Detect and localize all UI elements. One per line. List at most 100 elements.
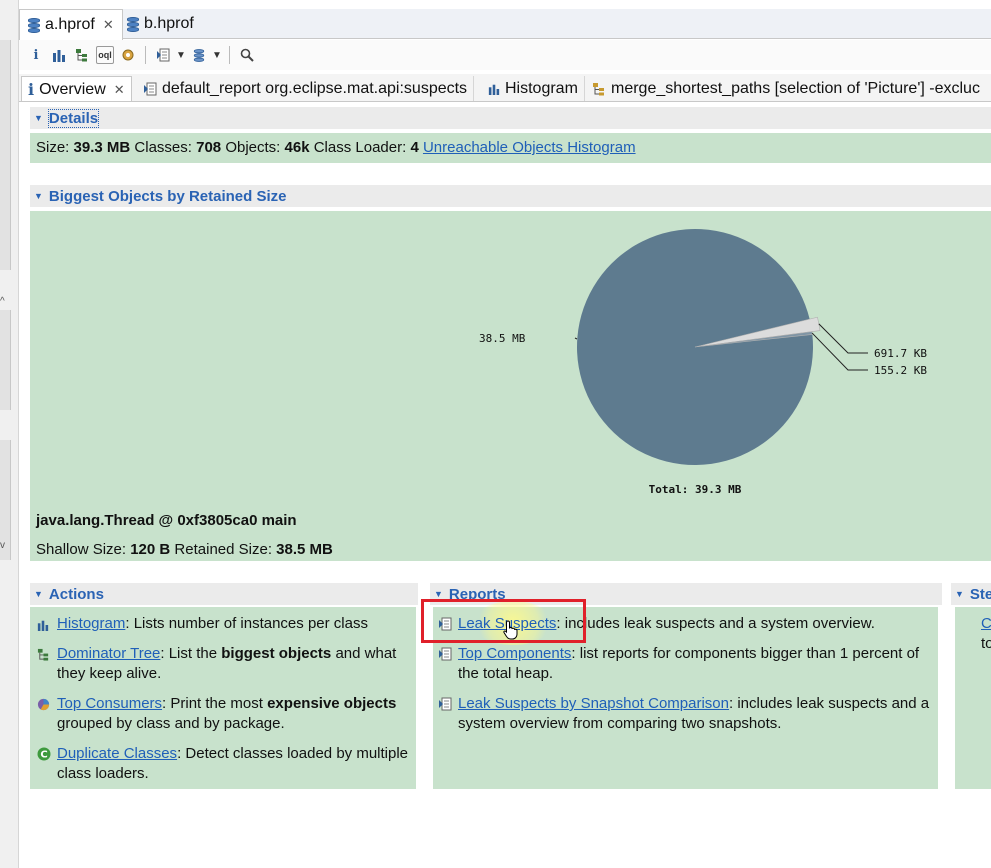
editor-tab-label: b.hprof xyxy=(144,15,194,32)
close-icon[interactable]: ✕ xyxy=(103,17,114,33)
report-description: : includes leak suspects and a system ov… xyxy=(556,615,875,632)
pie-leader-line xyxy=(811,332,868,371)
collapse-triangle-icon[interactable]: ▼ xyxy=(955,589,964,599)
action-histogram: Histogram: Lists number of instances per… xyxy=(37,614,409,637)
run-report-icon[interactable] xyxy=(154,46,172,64)
unreachable-objects-histogram-link[interactable]: Unreachable Objects Histogram xyxy=(423,139,636,156)
biggest-objects-header[interactable]: ▼ Biggest Objects by Retained Size xyxy=(30,185,991,207)
chevron-down-icon[interactable]: v xyxy=(0,540,5,551)
editor-toolbar: i oql ▼ ▼ xyxy=(19,40,991,70)
editor-tab-a-hprof[interactable]: a.hprof ✕ xyxy=(19,9,123,40)
view-tab-bar: i Overview ✕ default_report org.eclipse.… xyxy=(19,74,991,102)
editor-tab-b-hprof[interactable]: b.hprof xyxy=(119,9,202,39)
classes-value: 708 xyxy=(196,139,222,156)
pie-leader-line xyxy=(574,337,578,340)
toolbar-separator xyxy=(229,46,230,64)
action-description: : List the xyxy=(160,645,222,662)
query-browser-icon[interactable] xyxy=(190,46,208,64)
retained-size-pie-chart[interactable]: 38.5 MB 691.7 KB 155.2 KB Total: 39.3 MB xyxy=(30,211,991,511)
actions-header[interactable]: ▼ Actions xyxy=(30,583,418,605)
actions-title: Actions xyxy=(48,585,104,603)
report-icon xyxy=(144,82,157,96)
report-leak-suspects-comparison: Leak Suspects by Snapshot Comparison: in… xyxy=(438,694,933,734)
top-consumers-link[interactable]: Top Consumers xyxy=(57,695,162,712)
histogram-link[interactable]: Histogram xyxy=(57,615,125,632)
report-top-components: Top Components: list reports for compone… xyxy=(438,644,933,684)
histogram-icon xyxy=(488,84,500,95)
steps-description: to xyxy=(981,635,991,652)
steps-panel: C to xyxy=(955,607,991,789)
classes-label: Classes: xyxy=(134,139,192,156)
pie-slice-label: 691.7 KB xyxy=(874,347,927,360)
red-annotation-box xyxy=(421,599,586,643)
retained-size-label: Retained Size: xyxy=(174,541,272,558)
run-report-dropdown-icon[interactable]: ▼ xyxy=(176,46,186,64)
report-icon xyxy=(438,644,452,684)
class-loader-value: 4 xyxy=(410,139,419,156)
biggest-objects-panel: 38.5 MB 691.7 KB 155.2 KB Total: 39.3 MB ja… xyxy=(30,211,991,561)
dominator-tree-link[interactable]: Dominator Tree xyxy=(57,645,160,662)
details-title: Details xyxy=(47,108,100,128)
tab-merge-shortest-paths[interactable]: merge_shortest_paths [selection of 'Pict… xyxy=(586,76,986,101)
object-sizes: Shallow Size: 120 B Retained Size: 38.5 … xyxy=(36,541,333,558)
svg-text:C: C xyxy=(40,750,47,761)
leak-suspects-by-snapshot-comparison-link[interactable]: Leak Suspects by Snapshot Comparison xyxy=(458,695,729,712)
tree-icon xyxy=(593,83,604,96)
steps-title: Ste xyxy=(969,585,991,603)
details-header[interactable]: ▼ Details xyxy=(30,107,991,129)
toolbar-separator xyxy=(145,46,146,64)
dominator-tree-icon[interactable] xyxy=(73,46,91,64)
histogram-icon[interactable] xyxy=(50,46,68,64)
collapse-triangle-icon[interactable]: ▼ xyxy=(434,589,443,599)
tab-label: merge_shortest_paths [selection of 'Pict… xyxy=(611,80,980,97)
action-description: : Print the most xyxy=(162,695,268,712)
shallow-size-label: Shallow Size: xyxy=(36,541,127,558)
top-consumers-icon xyxy=(37,694,51,734)
report-icon xyxy=(438,694,452,734)
pie-slice-label: 38.5 MB xyxy=(479,332,526,345)
top-components-link[interactable]: Top Components xyxy=(458,645,571,662)
retained-size-value: 38.5 MB xyxy=(276,541,333,558)
class-loader-label: Class Loader: xyxy=(313,139,407,156)
database-icon xyxy=(28,17,40,33)
info-icon[interactable]: i xyxy=(27,46,45,64)
action-top-consumers: Top Consumers: Print the most expensive … xyxy=(37,694,409,734)
steps-item: C to xyxy=(981,614,991,654)
details-panel: Size: 39.3 MB Classes: 708 Objects: 46k … xyxy=(30,133,991,163)
info-icon: i xyxy=(28,80,35,99)
left-view-strip xyxy=(0,310,11,410)
steps-header[interactable]: ▼ Ste xyxy=(951,583,991,605)
collapse-triangle-icon[interactable]: ▼ xyxy=(34,191,43,201)
class-icon: C xyxy=(37,744,51,784)
shallow-size-value: 120 B xyxy=(130,541,171,558)
size-value: 39.3 MB xyxy=(73,139,131,156)
collapse-triangle-icon[interactable]: ▼ xyxy=(34,113,43,123)
editor-tab-label: a.hprof xyxy=(45,16,95,33)
steps-link[interactable]: C xyxy=(981,615,991,632)
tab-label: Histogram xyxy=(505,80,578,97)
histogram-icon xyxy=(37,614,51,637)
close-icon[interactable]: ✕ xyxy=(114,82,125,98)
pie-slice-label: 155.2 KB xyxy=(874,364,927,377)
left-view-gutter: ^ v xyxy=(0,0,19,868)
biggest-objects-title: Biggest Objects by Retained Size xyxy=(48,187,287,205)
query-browser-dropdown-icon[interactable]: ▼ xyxy=(212,46,222,64)
tab-label: default_report org.eclipse.mat.api:suspe… xyxy=(162,80,468,97)
collapse-triangle-icon[interactable]: ▼ xyxy=(34,589,43,599)
duplicate-classes-link[interactable]: Duplicate Classes xyxy=(57,745,177,762)
actions-panel: Histogram: Lists number of instances per… xyxy=(30,607,416,789)
database-icon xyxy=(127,16,139,32)
editor-tab-bar: a.hprof ✕ b.hprof xyxy=(19,9,991,40)
heap-dump-overview-icon[interactable] xyxy=(119,46,137,64)
left-view-strip xyxy=(0,40,11,270)
search-icon[interactable] xyxy=(238,46,256,64)
chevron-up-icon[interactable]: ^ xyxy=(0,296,5,307)
dominator-tree-icon xyxy=(37,644,51,684)
tab-histogram[interactable]: Histogram xyxy=(482,76,585,101)
tab-label: Overview xyxy=(39,80,106,98)
pie-leader-line xyxy=(818,323,868,354)
object-name[interactable]: java.lang.Thread @ 0xf3805ca0 main xyxy=(36,512,297,529)
oql-icon[interactable]: oql xyxy=(96,46,114,64)
tab-overview[interactable]: i Overview ✕ xyxy=(21,76,132,101)
tab-default-report[interactable]: default_report org.eclipse.mat.api:suspe… xyxy=(137,76,475,101)
